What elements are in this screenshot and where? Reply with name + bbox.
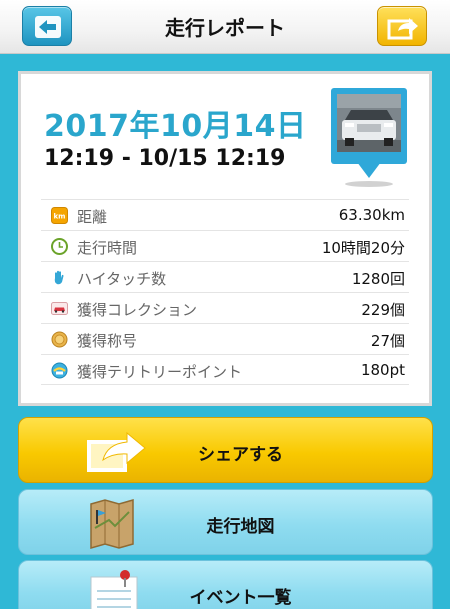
- share-button[interactable]: シェアする: [18, 417, 433, 483]
- stat-row-drive-time: 走行時間 10時間20分: [41, 230, 409, 261]
- medal-icon: [51, 331, 68, 348]
- stat-value: 27個: [370, 332, 405, 350]
- clock-icon: [51, 238, 68, 255]
- event-list-button[interactable]: イベント一覧: [18, 560, 433, 609]
- header-share-button[interactable]: [377, 6, 427, 46]
- share-arrow-icon: [387, 18, 418, 40]
- stat-value: 180pt: [360, 361, 405, 379]
- event-list-button-label: イベント一覧: [189, 588, 292, 608]
- share-button-label: シェアする: [198, 445, 283, 465]
- stat-row-territory-points: 獲得テリトリーポイント 180pt: [41, 354, 409, 385]
- territory-point-icon: [51, 362, 68, 379]
- stat-row-high-touch: ハイタッチ数 1280回: [41, 261, 409, 292]
- stat-label: 獲得テリトリーポイント: [77, 363, 243, 381]
- stat-label: 獲得コレクション: [77, 301, 198, 319]
- stat-row-distance: km 距離 63.30km: [41, 199, 409, 230]
- stat-value: 229個: [361, 301, 405, 319]
- svg-text:km: km: [54, 213, 66, 221]
- stat-value: 1280回: [351, 270, 405, 288]
- distance-km-icon: km: [51, 207, 68, 224]
- hand-icon: [54, 270, 64, 285]
- stat-label: 距離: [77, 208, 108, 226]
- stat-label: ハイタッチ数: [77, 270, 167, 288]
- pin-frame: [331, 88, 407, 164]
- report-time-range: 12:19 - 10/15 12:19: [44, 146, 286, 171]
- stat-label: 獲得称号: [77, 332, 138, 350]
- header-bar: 走行レポート: [0, 0, 450, 54]
- car-icon: [337, 94, 401, 152]
- report-date: 2017年10月14日: [44, 109, 307, 144]
- car-photo: [337, 94, 401, 152]
- drive-map-button[interactable]: 走行地図: [18, 489, 433, 555]
- pin-tip: [357, 162, 381, 178]
- pin-shadow: [345, 181, 393, 187]
- drive-map-button-label: 走行地図: [206, 517, 275, 537]
- stat-label: 走行時間: [77, 239, 138, 257]
- stats-list: km 距離 63.30km 走行時間 10時間20分 ハイタッチ数 1280回: [41, 199, 409, 385]
- stat-value: 10時間20分: [321, 239, 405, 257]
- stat-row-collection: 獲得コレクション 229個: [41, 292, 409, 323]
- stat-value: 63.30km: [338, 206, 405, 224]
- car-photo-pin[interactable]: [331, 88, 407, 187]
- report-card: 2017年10月14日 12:19 - 10/15 12:19 km 距離 63…: [18, 71, 432, 406]
- car-collection-icon: [51, 302, 68, 315]
- stat-row-titles: 獲得称号 27個: [41, 323, 409, 354]
